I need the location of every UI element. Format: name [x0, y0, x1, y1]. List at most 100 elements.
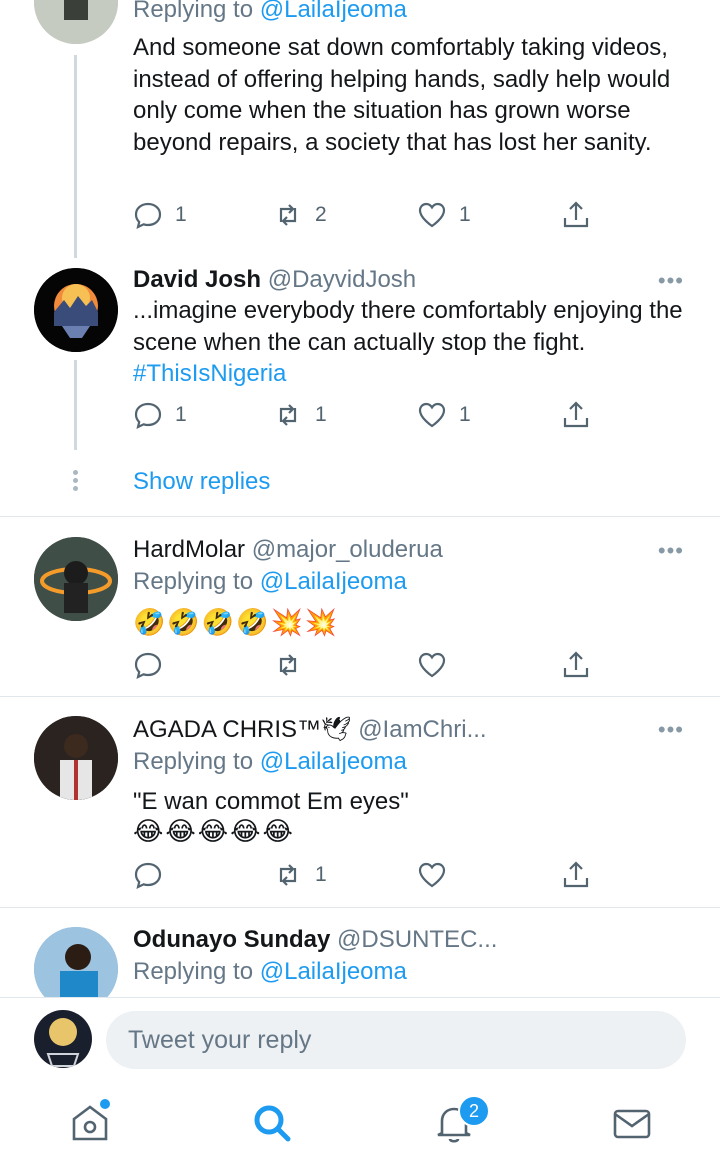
- bottom-tab-bar: 2: [0, 1083, 720, 1166]
- divider: [0, 696, 720, 697]
- thread-line: [74, 360, 77, 450]
- emoji-text: 🤣🤣🤣🤣💥💥: [133, 607, 340, 637]
- user-handle[interactable]: @DayvidJosh: [268, 266, 416, 293]
- display-name[interactable]: AGADA CHRIS™🕊: [133, 716, 352, 743]
- more-options-icon[interactable]: •••: [658, 268, 684, 294]
- retweet-icon: [279, 204, 297, 226]
- tweet-actions: 1 1 1: [133, 400, 593, 432]
- retweet-count: 1: [315, 403, 327, 426]
- share-icon: [563, 861, 589, 888]
- more-replies-dots-icon: [73, 470, 79, 491]
- user-handle[interactable]: @DSUNTEC...: [337, 926, 497, 953]
- retweet-count: 2: [315, 203, 327, 226]
- retweet-action[interactable]: 1: [273, 400, 327, 430]
- tweet-actions: 1 2 1: [133, 200, 593, 232]
- retweet-icon: [279, 404, 297, 426]
- reply-icon: [134, 862, 162, 889]
- retweet-icon: [279, 864, 297, 886]
- reply-placeholder: Tweet your reply: [128, 1026, 312, 1054]
- user-handle[interactable]: @major_oluderua: [252, 536, 443, 563]
- replying-handle[interactable]: @LailaIjeoma: [260, 748, 407, 775]
- heart-icon: [418, 652, 446, 678]
- tweet-text-content: ...imagine everybody there comfortably e…: [133, 297, 683, 356]
- retweet-action[interactable]: 1: [273, 860, 327, 890]
- tab-home[interactable]: [68, 1099, 112, 1145]
- share-icon: [563, 651, 589, 678]
- tweet-header: David Josh @DayvidJosh: [133, 266, 416, 294]
- more-options-icon[interactable]: •••: [658, 717, 684, 743]
- like-count: 1: [459, 403, 471, 426]
- replying-label: Replying to: [133, 748, 254, 775]
- tweet-text: ...imagine everybody there comfortably e…: [133, 295, 693, 390]
- like-action[interactable]: 1: [417, 200, 471, 230]
- retweet-action[interactable]: 2: [273, 200, 327, 230]
- more-options-icon[interactable]: •••: [658, 538, 684, 564]
- share-action[interactable]: [561, 200, 591, 230]
- avatar[interactable]: [34, 537, 118, 621]
- notifications-badge: 2: [458, 1095, 490, 1127]
- like-action[interactable]: [417, 650, 447, 680]
- avatar[interactable]: [34, 716, 118, 800]
- tab-messages[interactable]: [610, 1101, 654, 1145]
- like-action[interactable]: [417, 860, 447, 890]
- reply-action[interactable]: [133, 650, 163, 680]
- tab-notifications[interactable]: 2: [432, 1095, 490, 1145]
- display-name[interactable]: HardMolar: [133, 536, 245, 563]
- replying-label: Replying to: [133, 958, 254, 985]
- heart-icon: [418, 202, 446, 228]
- share-action[interactable]: [561, 650, 591, 680]
- tab-search[interactable]: [250, 1101, 294, 1145]
- tweet-actions: [133, 650, 593, 682]
- replying-label: Replying to: [133, 0, 254, 23]
- tweet-text: And someone sat down comfortably taking …: [133, 34, 671, 156]
- reply-icon: [134, 402, 162, 429]
- tweet-header: Odunayo Sunday @DSUNTEC...: [133, 926, 497, 954]
- replying-to: Replying to @LailaIjeoma: [133, 958, 407, 986]
- reply-count: 1: [175, 203, 187, 226]
- display-name[interactable]: Odunayo Sunday: [133, 926, 330, 953]
- retweet-icon: [279, 654, 297, 676]
- heart-icon: [418, 402, 446, 428]
- tweet-text: "E wan commot Em eyes": [133, 788, 409, 815]
- replying-to: Replying to @LailaIjeoma: [133, 0, 407, 24]
- replying-handle[interactable]: @LailaIjeoma: [260, 0, 407, 23]
- replying-handle[interactable]: @LailaIjeoma: [260, 958, 407, 985]
- reply-action[interactable]: 1: [133, 200, 187, 230]
- reply-count: 1: [175, 403, 187, 426]
- tweet-actions: 1: [133, 860, 593, 892]
- home-new-dot: [100, 1099, 110, 1109]
- hashtag-link[interactable]: #ThisIsNigeria: [133, 360, 286, 387]
- like-action[interactable]: 1: [417, 400, 471, 430]
- reply-action[interactable]: 1: [133, 400, 187, 430]
- reply-input[interactable]: Tweet your reply: [106, 1011, 686, 1069]
- reply-composer: Tweet your reply: [0, 997, 720, 1084]
- thread-line: [74, 55, 77, 258]
- avatar[interactable]: [34, 268, 118, 352]
- mail-icon: [613, 1109, 651, 1139]
- retweet-count: 1: [315, 863, 327, 886]
- retweet-action[interactable]: [273, 650, 303, 680]
- share-action[interactable]: [561, 400, 591, 430]
- display-name[interactable]: David Josh: [133, 266, 261, 293]
- replying-to: Replying to @LailaIjeoma: [133, 568, 407, 596]
- heart-icon: [418, 862, 446, 888]
- divider: [0, 907, 720, 908]
- share-icon: [563, 401, 589, 428]
- replying-handle[interactable]: @LailaIjeoma: [260, 568, 407, 595]
- user-handle[interactable]: @IamChri...: [358, 716, 486, 743]
- replying-to: Replying to @LailaIjeoma: [133, 748, 407, 776]
- reply-icon: [134, 202, 162, 229]
- reply-action[interactable]: [133, 860, 163, 890]
- show-replies-link[interactable]: Show replies: [133, 468, 270, 496]
- replying-label: Replying to: [133, 568, 254, 595]
- like-count: 1: [459, 203, 471, 226]
- search-icon: [254, 1105, 291, 1142]
- share-icon: [563, 201, 589, 228]
- share-action[interactable]: [561, 860, 591, 890]
- divider: [0, 516, 720, 517]
- tweet-header: HardMolar @major_oluderua: [133, 536, 443, 564]
- avatar[interactable]: [34, 0, 118, 44]
- emoji-text: 😂😂😂😂😂: [133, 816, 295, 846]
- reply-icon: [134, 652, 162, 679]
- my-avatar[interactable]: [34, 1010, 92, 1068]
